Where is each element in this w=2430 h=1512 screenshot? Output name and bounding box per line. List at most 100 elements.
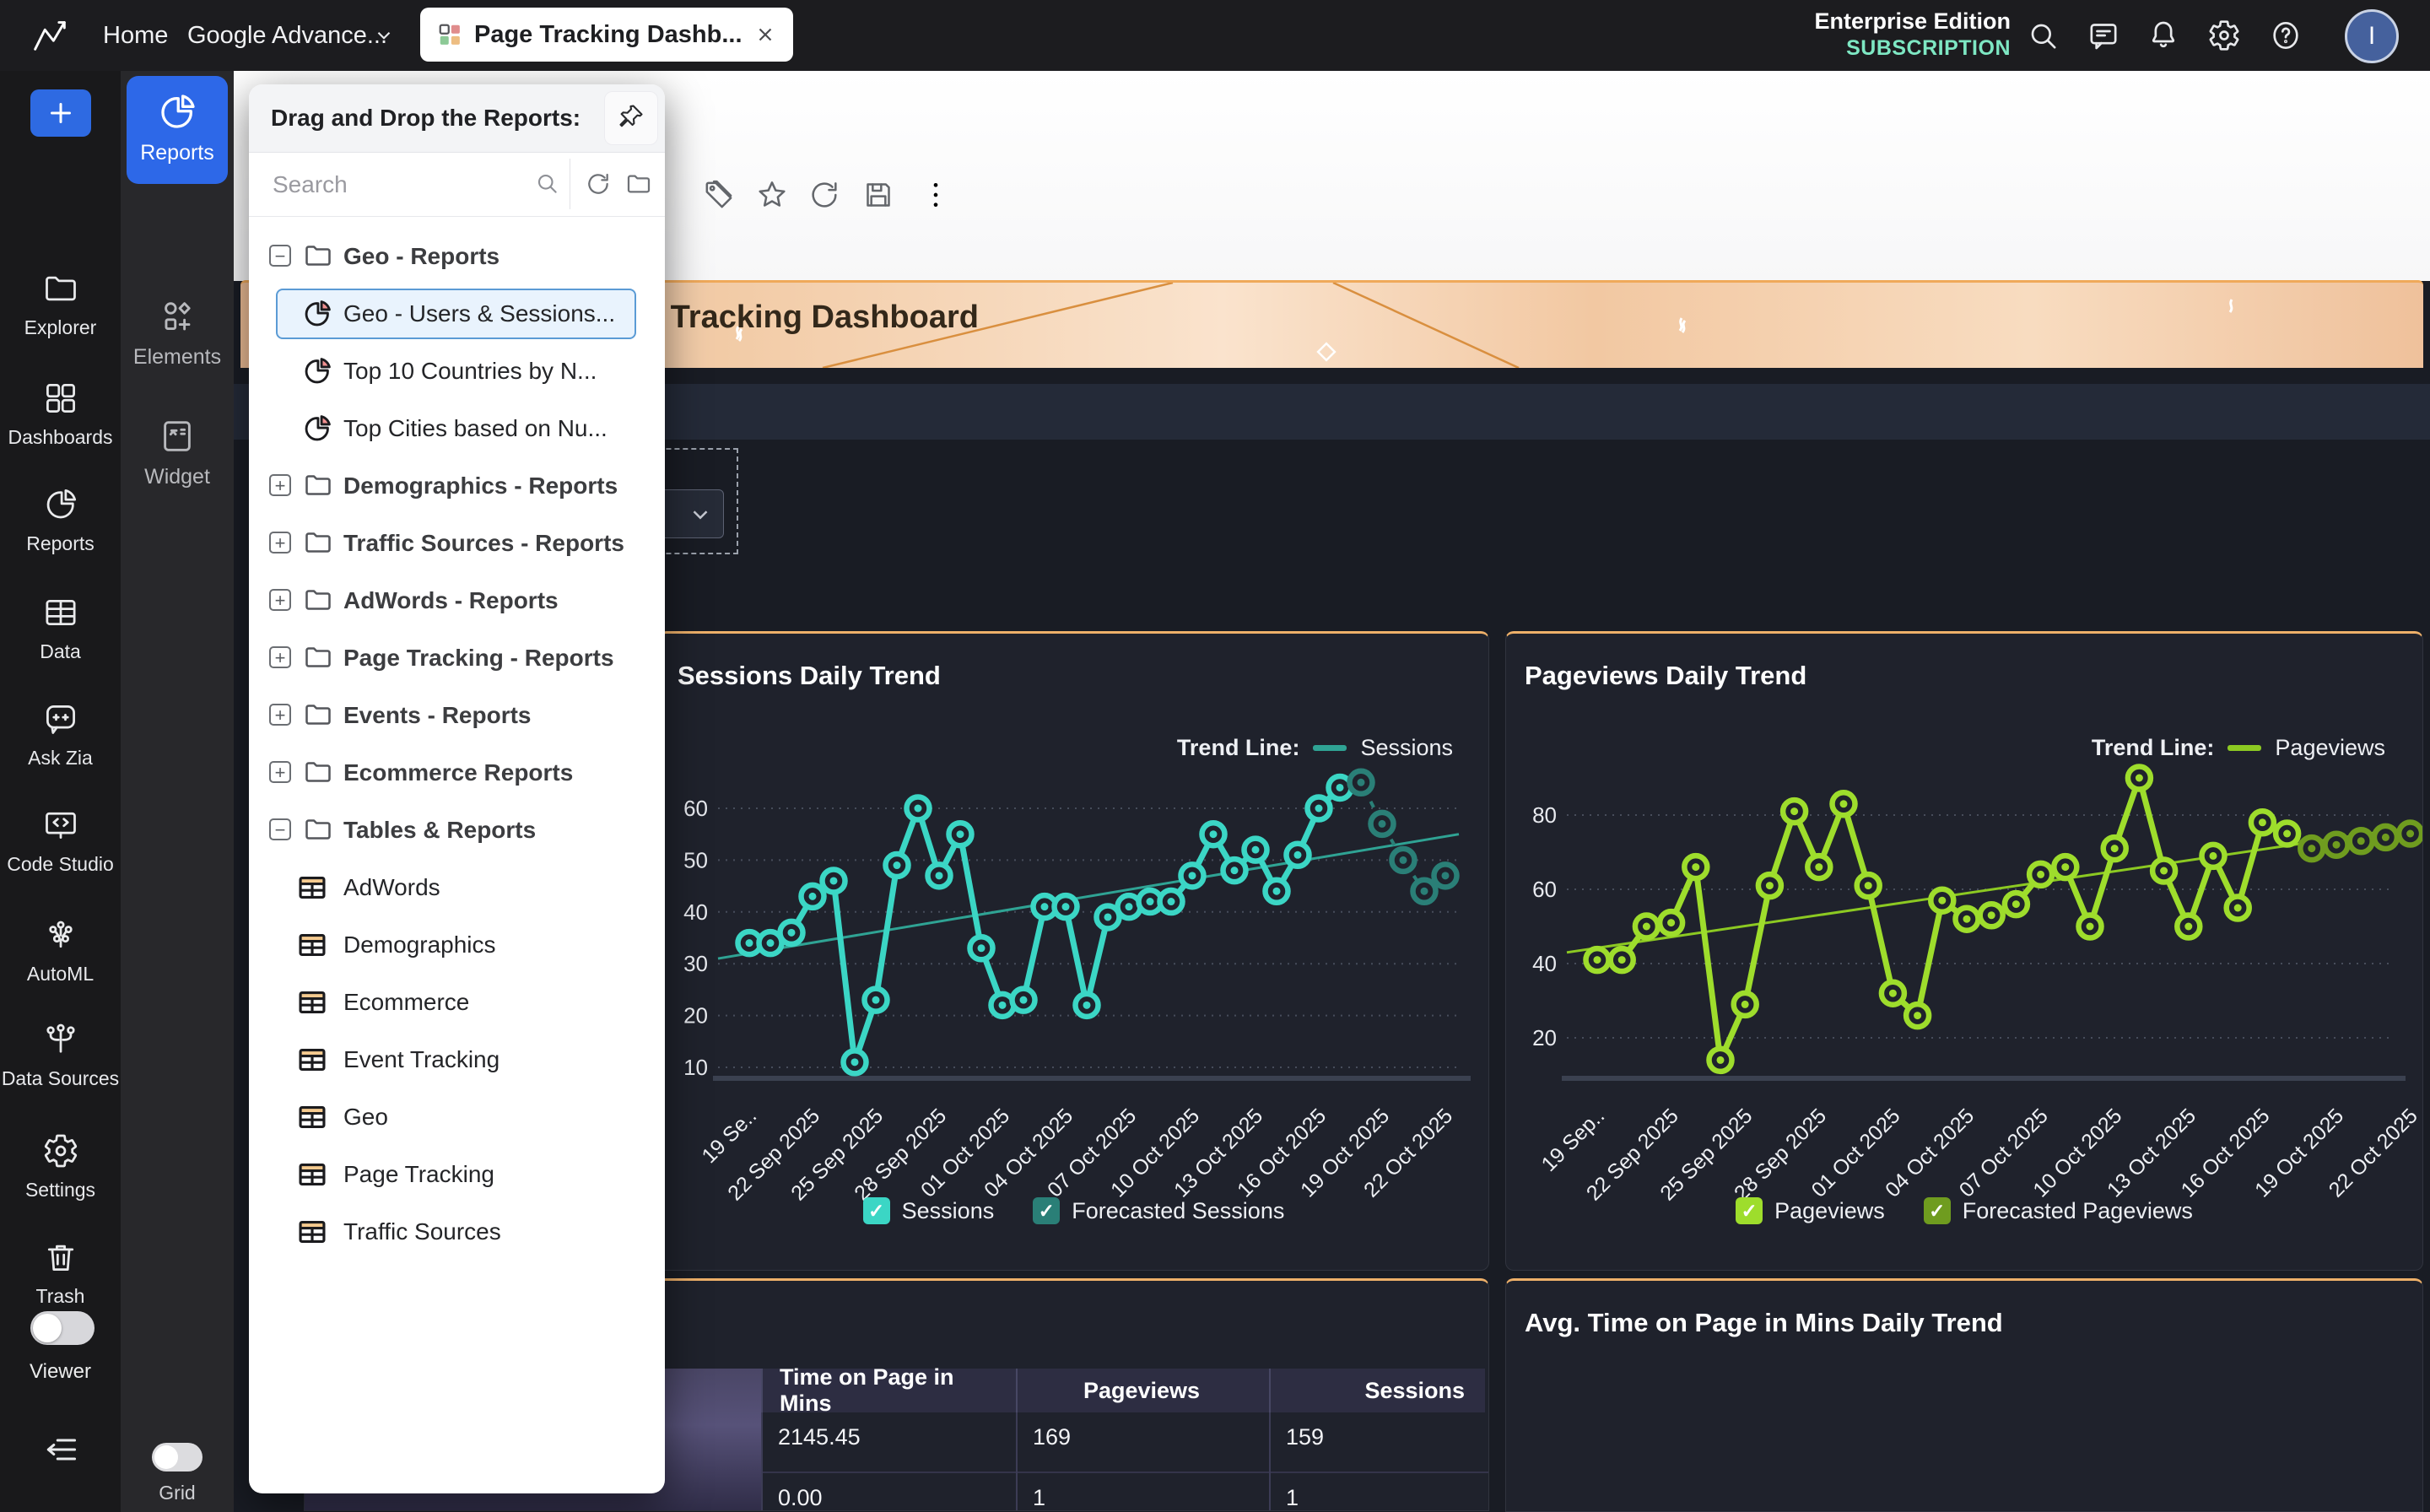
tree-item-geo-reports[interactable]: −Geo - Reports [249, 228, 665, 285]
tree-item-top-cities-based-on-nu[interactable]: Top Cities based on Nu... [249, 400, 665, 457]
legend-checkbox[interactable]: ✓ [1033, 1197, 1060, 1224]
workspace-dropdown[interactable]: Google Advance... [187, 0, 387, 71]
sidebar-item-automl[interactable]: AutoML [0, 916, 121, 986]
table-column-header[interactable]: Pageviews [1016, 1369, 1269, 1412]
tab-page-tracking-dashboard[interactable]: Page Tracking Dashb... [420, 8, 793, 62]
tree-item-geo-users-sessions[interactable]: Geo - Users & Sessions... [249, 285, 665, 343]
legend-item-forecasted-sessions: ✓Forecasted Sessions [1033, 1197, 1284, 1224]
search-input[interactable] [271, 164, 510, 206]
sidebar-item-data[interactable]: Data [0, 594, 121, 663]
more-icon[interactable] [919, 178, 953, 212]
close-icon[interactable] [754, 24, 776, 46]
sidebar-item-dashboards[interactable]: Dashboards [0, 380, 121, 449]
subsidebar-item-reports[interactable]: Reports [127, 76, 228, 184]
refresh-icon[interactable] [807, 178, 841, 212]
sidebar-item-settings[interactable]: Settings [0, 1132, 121, 1202]
comment-icon[interactable] [2087, 19, 2120, 52]
chevron-down-icon[interactable] [373, 24, 395, 51]
tree-item-ecommerce[interactable]: Ecommerce [249, 974, 665, 1031]
expand-toggle[interactable]: + [269, 589, 291, 611]
subsidebar-item-widget[interactable]: Widget [121, 417, 234, 489]
dashboard-grid-icon [437, 22, 462, 47]
table-column-header[interactable]: Sessions [1269, 1369, 1485, 1412]
legend-checkbox[interactable]: ✓ [1736, 1197, 1763, 1224]
save-icon[interactable] [861, 178, 895, 212]
table-column-header[interactable]: Time on Page in Mins [761, 1369, 1016, 1412]
widget-icon [158, 445, 197, 459]
avatar[interactable]: I [2345, 9, 2399, 63]
sidebar-item-code-studio[interactable]: Code Studio [0, 807, 121, 876]
collapse-toggle[interactable]: − [269, 245, 291, 267]
search-icon[interactable] [534, 170, 559, 200]
table-icon [296, 929, 328, 965]
analytics-logo-icon[interactable] [28, 13, 72, 61]
tree-item-demographics[interactable]: Demographics [249, 916, 665, 974]
sidebar-item-data-sources[interactable]: Data Sources [0, 1021, 121, 1090]
pie-chart-icon [301, 355, 333, 392]
collapse-toggle[interactable]: − [269, 818, 291, 840]
tag-icon[interactable] [702, 178, 736, 212]
home-link[interactable]: Home [103, 0, 168, 71]
folder-icon[interactable] [625, 170, 652, 202]
subsidebar-item-elements[interactable]: Elements [121, 297, 234, 370]
expand-toggle[interactable]: + [269, 532, 291, 554]
legend-item-pageviews: ✓Pageviews [1736, 1197, 1885, 1224]
pin-button[interactable] [604, 91, 658, 145]
chevron-down-icon [688, 502, 713, 527]
expand-toggle[interactable]: + [269, 474, 291, 496]
tree-item-event-tracking[interactable]: Event Tracking [249, 1031, 665, 1088]
sidebar-item-trash[interactable]: Trash [0, 1239, 121, 1308]
bell-icon[interactable] [2146, 19, 2180, 52]
expand-toggle[interactable]: + [269, 761, 291, 783]
pie-chart-icon [301, 298, 333, 334]
tree-item-adwords[interactable]: AdWords [249, 859, 665, 916]
legend-item-sessions: ✓Sessions [863, 1197, 995, 1224]
panel-title: Drag and Drop the Reports: [271, 84, 580, 152]
tree-item-page-tracking-reports[interactable]: +Page Tracking - Reports [249, 629, 665, 687]
table-icon [42, 620, 79, 634]
gear-icon[interactable] [2207, 19, 2241, 52]
tree-item-tables-reports[interactable]: −Tables & Reports [249, 802, 665, 859]
panel-header: Drag and Drop the Reports: [249, 84, 665, 153]
table-cell: 159 [1286, 1424, 1324, 1450]
tree-item-geo[interactable]: Geo [249, 1088, 665, 1146]
pie-chart-icon [301, 413, 333, 449]
sidebar-item-ask-zia[interactable]: Ask Zia [0, 700, 121, 770]
tree-item-page-tracking[interactable]: Page Tracking [249, 1146, 665, 1203]
sidebar-item-explorer[interactable]: Explorer [0, 270, 121, 339]
avg-time-on-page-card: Avg. Time on Page in Mins Daily Trend [1505, 1278, 2423, 1512]
search-icon[interactable] [2026, 19, 2060, 52]
refresh-icon[interactable] [585, 170, 612, 202]
create-new-button[interactable] [30, 89, 91, 137]
table-icon [296, 1101, 328, 1137]
legend-checkbox[interactable]: ✓ [1924, 1197, 1951, 1224]
zia-icon [42, 726, 79, 741]
sidebar-item-reports[interactable]: Reports [0, 486, 121, 555]
panel-search-row [249, 152, 665, 217]
svg-text:40: 40 [1532, 951, 1557, 976]
grid-toggle[interactable] [152, 1443, 202, 1472]
viewer-toggle[interactable] [30, 1311, 94, 1345]
tree-item-traffic-sources-reports[interactable]: +Traffic Sources - Reports [249, 515, 665, 572]
legend-item-forecasted-pageviews: ✓Forecasted Pageviews [1924, 1197, 2193, 1224]
pie-icon [127, 91, 228, 138]
tree-item-top-10-countries-by-n[interactable]: Top 10 Countries by N... [249, 343, 665, 400]
tree-item-traffic-sources[interactable]: Traffic Sources [249, 1203, 665, 1261]
folder-icon [42, 296, 79, 310]
svg-text:10: 10 [683, 1055, 708, 1080]
edition-line2: SUBSCRIPTION [1814, 36, 2011, 61]
expand-toggle[interactable]: + [269, 646, 291, 668]
pageviews-daily-trend-card: Pageviews Daily Trend Trend Line: Pagevi… [1505, 631, 2423, 1271]
folder-icon [303, 470, 333, 505]
collapse-sidebar-icon[interactable] [42, 1431, 79, 1472]
tree-item-adwords-reports[interactable]: +AdWords - Reports [249, 572, 665, 629]
star-icon[interactable] [755, 178, 789, 212]
table-cell: 1 [1033, 1485, 1045, 1511]
tree-item-demographics-reports[interactable]: +Demographics - Reports [249, 457, 665, 515]
expand-toggle[interactable]: + [269, 704, 291, 726]
tree-item-events-reports[interactable]: +Events - Reports [249, 687, 665, 744]
legend-checkbox[interactable]: ✓ [863, 1197, 890, 1224]
help-icon[interactable] [2269, 19, 2303, 52]
folder-icon [303, 527, 333, 562]
tree-item-ecommerce-reports[interactable]: +Ecommerce Reports [249, 744, 665, 802]
